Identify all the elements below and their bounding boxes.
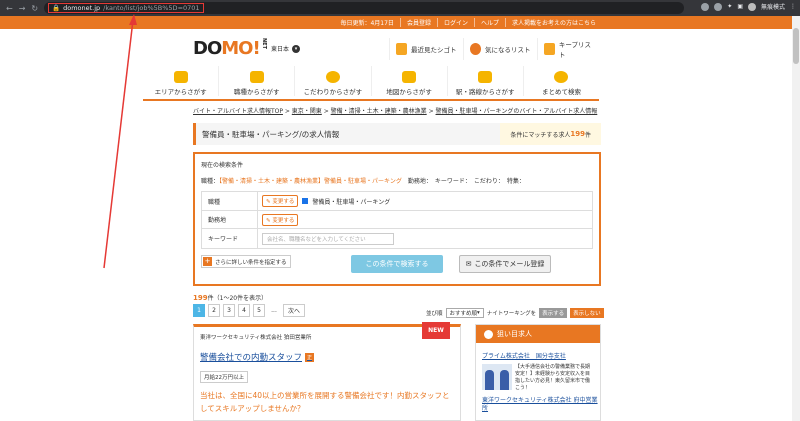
annotation-arrow (103, 14, 137, 269)
